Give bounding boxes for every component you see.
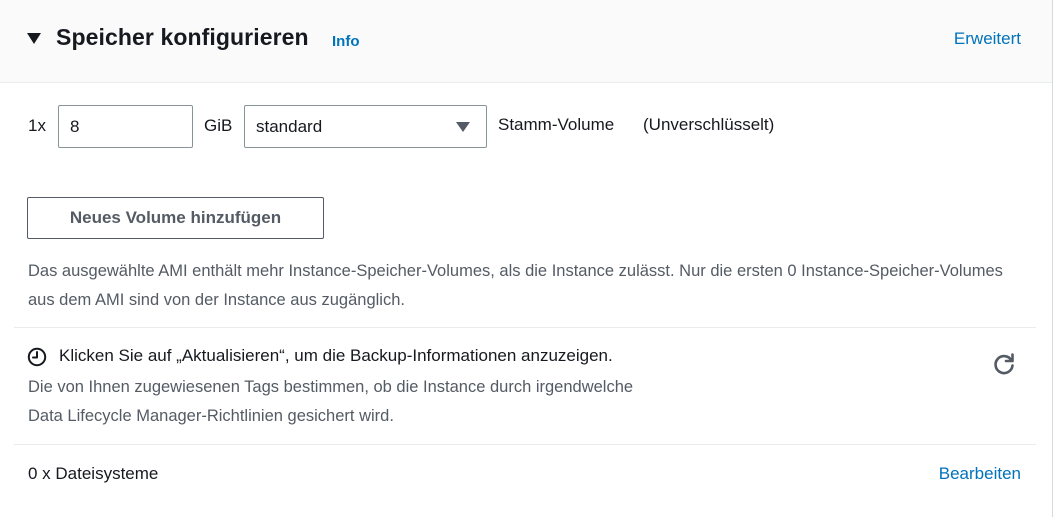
panel-header: Speicher konfigurieren Info Erweitert [0, 0, 1052, 83]
volume-encryption-label: (Unverschlüsselt) [643, 115, 775, 134]
refresh-icon[interactable] [991, 351, 1017, 377]
backup-description: Die von Ihnen zugewiesenen Tags bestimme… [28, 373, 633, 431]
clock-icon [27, 347, 47, 367]
ami-instance-store-note: Das ausgewählte AMI enthält mehr Instanc… [28, 262, 1003, 309]
divider [14, 327, 1036, 328]
storage-panel: Speicher konfigurieren Info Erweitert 1x… [0, 0, 1053, 517]
collapse-caret-icon[interactable] [27, 33, 41, 44]
divider [14, 444, 1036, 445]
panel-title: Speicher konfigurieren [56, 24, 309, 50]
volume-type-value: standard [256, 117, 323, 136]
volume-type-select[interactable]: standard [244, 105, 487, 148]
volume-size-unit: GiB [204, 116, 233, 135]
backup-description-line: Data Lifecycle Manager-Richtlinien gesic… [28, 407, 394, 425]
backup-message: Klicken Sie auf „Aktualisieren“, um die … [59, 346, 613, 365]
advanced-link[interactable]: Erweitert [954, 29, 1021, 49]
file-systems-label: 0 x Dateisysteme [28, 464, 159, 483]
chevron-down-icon [456, 122, 470, 132]
volume-size-input[interactable] [58, 105, 193, 148]
backup-description-line: Die von Ihnen zugewiesenen Tags bestimme… [28, 378, 634, 396]
edit-file-systems-link[interactable]: Bearbeiten [939, 464, 1021, 484]
volume-role-label: Stamm-Volume [498, 115, 615, 134]
add-volume-button[interactable]: Neues Volume hinzufügen [27, 197, 324, 239]
info-link[interactable]: Info [332, 33, 360, 50]
volume-quantity: 1x [28, 116, 46, 135]
